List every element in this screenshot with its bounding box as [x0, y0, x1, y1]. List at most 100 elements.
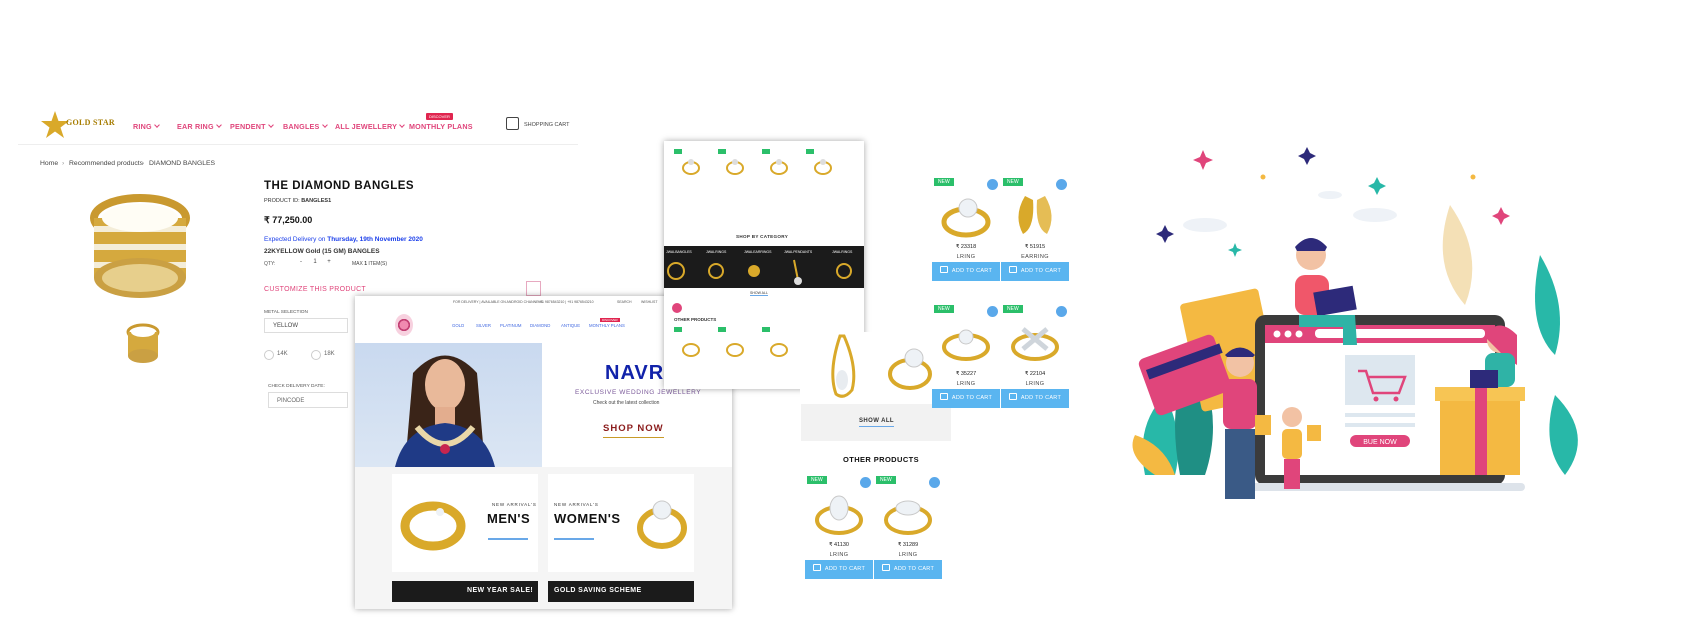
add-to-cart-button[interactable]: ADD TO CART [1001, 262, 1069, 281]
promo-text: GOLD SAVING SCHEME [554, 587, 642, 594]
tile-subtitle: NEW ARRIVAL'S [492, 502, 537, 507]
category-label[interactable]: JWALRINGS [706, 250, 726, 254]
new-badge [718, 149, 726, 154]
product-card[interactable]: NEW ₹ 23318 LRING ADD TO CART [932, 178, 1000, 281]
pincode-input[interactable]: PINCODE [268, 392, 348, 408]
top-wishlist-link[interactable]: WISHLIST [641, 300, 658, 304]
shopping-bag-icon[interactable] [506, 117, 519, 130]
promo-text: NEW YEAR SALE! [467, 587, 534, 594]
card-price: ₹ 23318 [955, 244, 977, 250]
shopping-cart-link[interactable]: SHOPPING CART [524, 122, 569, 128]
category-label[interactable]: JWALPENDANTS [784, 250, 812, 254]
shop-now-button[interactable]: SHOP NOW [603, 423, 664, 438]
wishlist-icon[interactable] [987, 179, 998, 190]
top-search-link[interactable]: SEARCH [617, 300, 632, 304]
show-all-button[interactable]: SHOW ALL [859, 418, 894, 427]
wishlist-icon[interactable] [987, 306, 998, 317]
nav-all-jewellery[interactable]: ALL JEWELLERY [335, 122, 405, 131]
gold-saving-banner[interactable]: GOLD SAVING SCHEME [548, 581, 694, 602]
wishlist-icon[interactable] [1056, 179, 1067, 190]
other-products-title: OTHER PRODUCTS [843, 455, 920, 464]
home-nav-silver[interactable]: SILVER [476, 323, 491, 328]
button-label: ADD TO CART [1020, 268, 1062, 274]
karat-radio-14k[interactable] [264, 350, 274, 360]
product-card[interactable]: NEW ₹ 51915 EARRING ADD TO CART [1001, 178, 1069, 281]
new-badge [718, 327, 726, 332]
card-price: ₹ 51915 [1024, 244, 1046, 250]
card-type: LRING [956, 254, 976, 260]
home-nav-monthly-plans[interactable]: MONTHLY PLANS [589, 323, 625, 328]
ring-image [726, 159, 744, 175]
button-label: ADD TO CART [824, 566, 866, 572]
home-nav-platinum[interactable]: PLATINUM [500, 323, 521, 328]
qty-input[interactable]: 1 [308, 259, 322, 268]
header-divider [18, 144, 578, 145]
hero-subtitle: EXCLUSIVE WEDDING JEWELLERY [575, 389, 702, 396]
hero-tagline: Check out the latest collection [593, 400, 660, 406]
mens-tile[interactable]: NEW ARRIVAL'S MEN'S [392, 474, 538, 572]
tile-underline [488, 538, 528, 540]
home-nav-diamond[interactable]: DIAMOND [530, 323, 550, 328]
add-to-cart-button[interactable]: ADD TO CART [874, 560, 942, 579]
product-card[interactable]: NEW ₹ 41130 LRING ADD TO CART [805, 476, 873, 579]
new-badge [674, 327, 682, 332]
home-nav-antique[interactable]: ANTIQUE [561, 323, 580, 328]
bag-icon [1008, 393, 1017, 400]
product-card[interactable]: NEW ₹ 22104 LRING ADD TO CART [1001, 305, 1069, 408]
add-to-cart-button[interactable]: ADD TO CART [805, 560, 873, 579]
new-year-sale-banner[interactable]: NEW YEAR SALE! [392, 581, 538, 602]
max-value: 1 [364, 261, 368, 267]
add-to-cart-button[interactable]: ADD TO CART [932, 389, 1000, 408]
category-label[interactable]: JWALEARRINGS [744, 250, 772, 254]
ring-image [726, 343, 744, 357]
womens-tile[interactable]: NEW ARRIVAL'S WOMEN'S [548, 474, 694, 572]
card-price: ₹ 41130 [829, 542, 849, 548]
nav-ear-ring[interactable]: EAR RING [177, 122, 222, 131]
nav-bangles[interactable]: BANGLES [283, 122, 328, 131]
product-title: THE DIAMOND BANGLES [264, 180, 415, 192]
card-type: LRING [956, 381, 976, 387]
heart-icon [672, 303, 682, 313]
new-badge [806, 149, 814, 154]
chevron-right-icon: › [62, 160, 65, 167]
bangle-thumbnail[interactable] [122, 320, 164, 368]
new-badge: NEW [934, 178, 954, 186]
bangle-product-image [90, 194, 190, 298]
karat-radio-18k[interactable] [311, 350, 321, 360]
nav-monthly-plans[interactable]: MONTHLY PLANS [409, 122, 473, 131]
metal-selection-label: METAL SELECTION [264, 310, 308, 315]
category-label[interactable]: JWALBANGLES [666, 250, 692, 254]
tile-underline [554, 538, 594, 540]
breadcrumb-home[interactable]: Home [40, 160, 58, 167]
qty-minus-button[interactable]: - [294, 259, 308, 268]
nav-ring[interactable]: RING [133, 122, 160, 131]
karat-label: 18K [324, 351, 335, 357]
category-show-all[interactable]: SHOW ALL [750, 291, 768, 296]
product-card[interactable]: NEW ₹ 35227 LRING ADD TO CART [932, 305, 1000, 408]
category-label[interactable]: JWALRINGS [832, 250, 852, 254]
ring-image [770, 343, 788, 357]
wishlist-icon[interactable] [929, 477, 940, 488]
wishlist-icon[interactable] [860, 477, 871, 488]
breadcrumb-recommended[interactable]: Recommended products [69, 160, 143, 167]
earring-image [1018, 196, 1052, 234]
button-label: ADD TO CART [951, 268, 993, 274]
ring-image [884, 500, 932, 535]
add-to-cart-button[interactable]: ADD TO CART [1001, 389, 1069, 408]
logo[interactable]: GOLD STAR [40, 110, 115, 140]
breadcrumb-current: DIAMOND BANGLES [149, 160, 216, 167]
product-price: ₹ 77,250.00 [264, 215, 313, 225]
ring-image [400, 501, 466, 551]
logo-text: GOLD STAR [66, 118, 116, 127]
product-card[interactable]: NEW ₹ 31289 LRING ADD TO CART [874, 476, 942, 579]
qty-plus-button[interactable]: + [322, 259, 336, 268]
nav-pendent[interactable]: PENDENT [230, 122, 274, 131]
customize-link[interactable]: CUSTOMIZE THIS PRODUCT [264, 286, 366, 293]
home-logo[interactable] [395, 314, 413, 336]
chevron-down-icon[interactable] [526, 281, 541, 296]
home-nav-gold[interactable]: GOLD [452, 323, 464, 328]
metal-select[interactable]: YELLOW [264, 318, 348, 333]
wishlist-icon[interactable] [1056, 306, 1067, 317]
add-to-cart-button[interactable]: ADD TO CART [932, 262, 1000, 281]
gold-description: 22KYELLOW Gold (15 GM) BANGLES [264, 248, 380, 255]
